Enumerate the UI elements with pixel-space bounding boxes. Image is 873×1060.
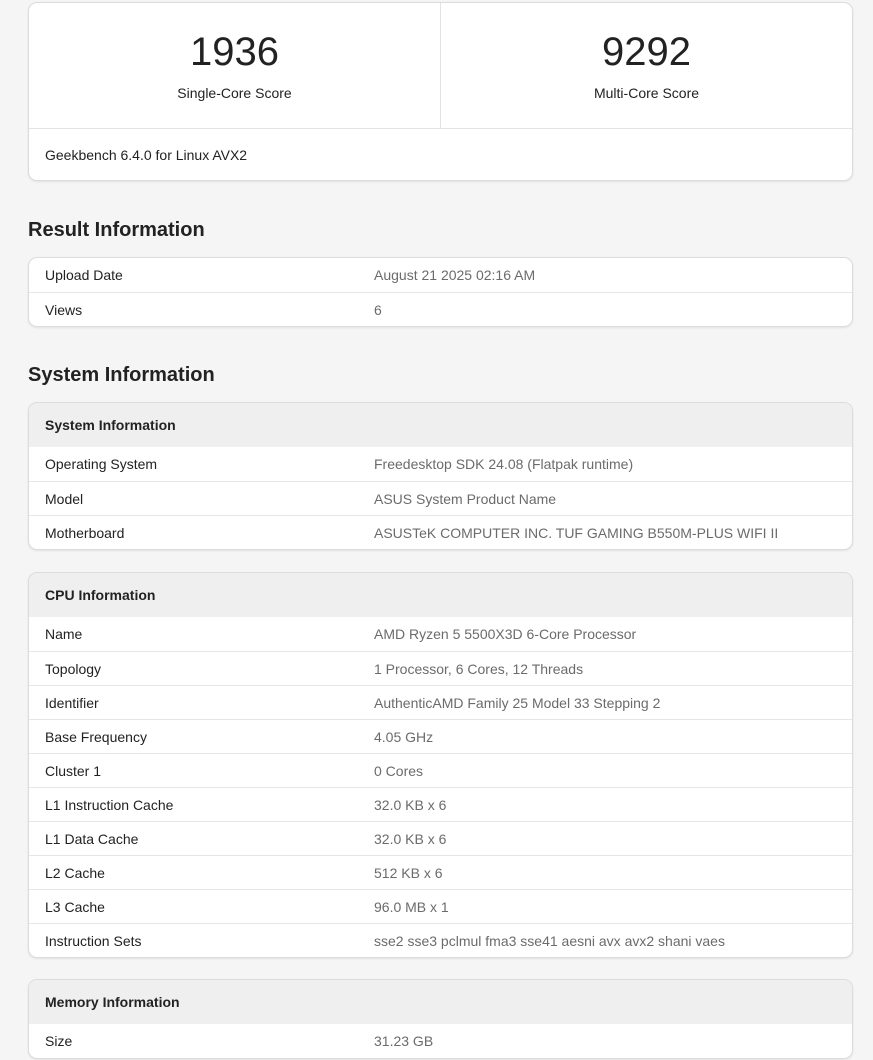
row-key: Instruction Sets <box>45 932 142 949</box>
row-key: Cluster 1 <box>45 762 102 779</box>
table-row: Motherboard ASUSTeK COMPUTER INC. TUF GA… <box>29 515 852 549</box>
row-key: Identifier <box>45 694 99 711</box>
table-row: Topology 1 Processor, 6 Cores, 12 Thread… <box>29 651 852 685</box>
single-core-score-value: 1936 <box>190 30 279 74</box>
table-row: Identifier AuthenticAMD Family 25 Model … <box>29 685 852 719</box>
system-information-table: System Information Operating System Free… <box>28 402 853 550</box>
table-row: L2 Cache 512 KB x 6 <box>29 855 852 889</box>
row-key: L2 Cache <box>45 864 105 881</box>
cpu-information-table: CPU Information Name AMD Ryzen 5 5500X3D… <box>28 572 853 958</box>
row-key: Motherboard <box>45 524 125 541</box>
row-value: AMD Ryzen 5 5500X3D 6-Core Processor <box>374 626 637 642</box>
table-row: Cluster 1 0 Cores <box>29 753 852 787</box>
multi-core-score-value: 9292 <box>602 30 691 74</box>
row-key: Size <box>45 1033 73 1049</box>
row-key: Base Frequency <box>45 728 147 745</box>
row-value: 4.05 GHz <box>374 728 434 745</box>
row-key: Upload Date <box>45 267 123 283</box>
row-value: ASUSTeK COMPUTER INC. TUF GAMING B550M-P… <box>374 524 779 541</box>
row-value: 32.0 KB x 6 <box>374 796 447 813</box>
table-row: L1 Data Cache 32.0 KB x 6 <box>29 821 852 855</box>
row-value: ASUS System Product Name <box>374 490 557 507</box>
table-row: Upload Date August 21 2025 02:16 AM <box>29 258 852 292</box>
row-key: L1 Data Cache <box>45 830 139 847</box>
row-value: 512 KB x 6 <box>374 864 443 881</box>
score-card: 1936 Single-Core Score 9292 Multi-Core S… <box>28 2 853 181</box>
row-value: 31.23 GB <box>374 1033 434 1049</box>
benchmark-version: Geekbench 6.4.0 for Linux AVX2 <box>45 147 248 163</box>
row-key: Views <box>45 301 83 318</box>
row-value: August 21 2025 02:16 AM <box>374 267 536 283</box>
system-information-header: System Information <box>29 403 852 447</box>
row-key: Model <box>45 490 84 507</box>
row-value: 6 <box>374 301 382 318</box>
system-information-title: System Information <box>28 364 215 386</box>
result-information-table: Upload Date August 21 2025 02:16 AM View… <box>28 257 853 327</box>
multi-core-score-label: Multi-Core Score <box>593 85 700 101</box>
table-row: L1 Instruction Cache 32.0 KB x 6 <box>29 787 852 821</box>
row-key: Name <box>45 626 83 642</box>
result-information-title: Result Information <box>28 219 205 241</box>
row-key: L1 Instruction Cache <box>45 796 174 813</box>
table-row: Base Frequency 4.05 GHz <box>29 719 852 753</box>
table-row: Model ASUS System Product Name <box>29 481 852 515</box>
table-row: Instruction Sets sse2 sse3 pclmul fma3 s… <box>29 923 852 957</box>
row-value: 1 Processor, 6 Cores, 12 Threads <box>374 660 584 677</box>
single-core-score-label: Single-Core Score <box>177 85 292 101</box>
row-key: L3 Cache <box>45 898 105 915</box>
table-row: Views 6 <box>29 292 852 326</box>
row-key: Topology <box>45 660 102 677</box>
row-value: AuthenticAMD Family 25 Model 33 Stepping… <box>374 694 661 711</box>
table-row: Size 31.23 GB <box>29 1024 852 1058</box>
row-value: Freedesktop SDK 24.08 (Flatpak runtime) <box>374 456 634 472</box>
row-value: 32.0 KB x 6 <box>374 830 447 847</box>
table-row: Name AMD Ryzen 5 5500X3D 6-Core Processo… <box>29 617 852 651</box>
single-core-score: 1936 Single-Core Score <box>29 3 440 128</box>
table-row: Operating System Freedesktop SDK 24.08 (… <box>29 447 852 481</box>
memory-information-table: Memory Information Size 31.23 GB <box>28 979 853 1059</box>
multi-core-score: 9292 Multi-Core Score <box>440 3 852 128</box>
row-value: 0 Cores <box>374 762 424 779</box>
row-value: 96.0 MB x 1 <box>374 898 449 915</box>
row-key: Operating System <box>45 456 158 472</box>
table-row: L3 Cache 96.0 MB x 1 <box>29 889 852 923</box>
scores-row: 1936 Single-Core Score 9292 Multi-Core S… <box>29 3 852 129</box>
cpu-information-header: CPU Information <box>29 573 852 617</box>
memory-information-header: Memory Information <box>29 980 852 1024</box>
row-value: sse2 sse3 pclmul fma3 sse41 aesni avx av… <box>374 932 725 949</box>
